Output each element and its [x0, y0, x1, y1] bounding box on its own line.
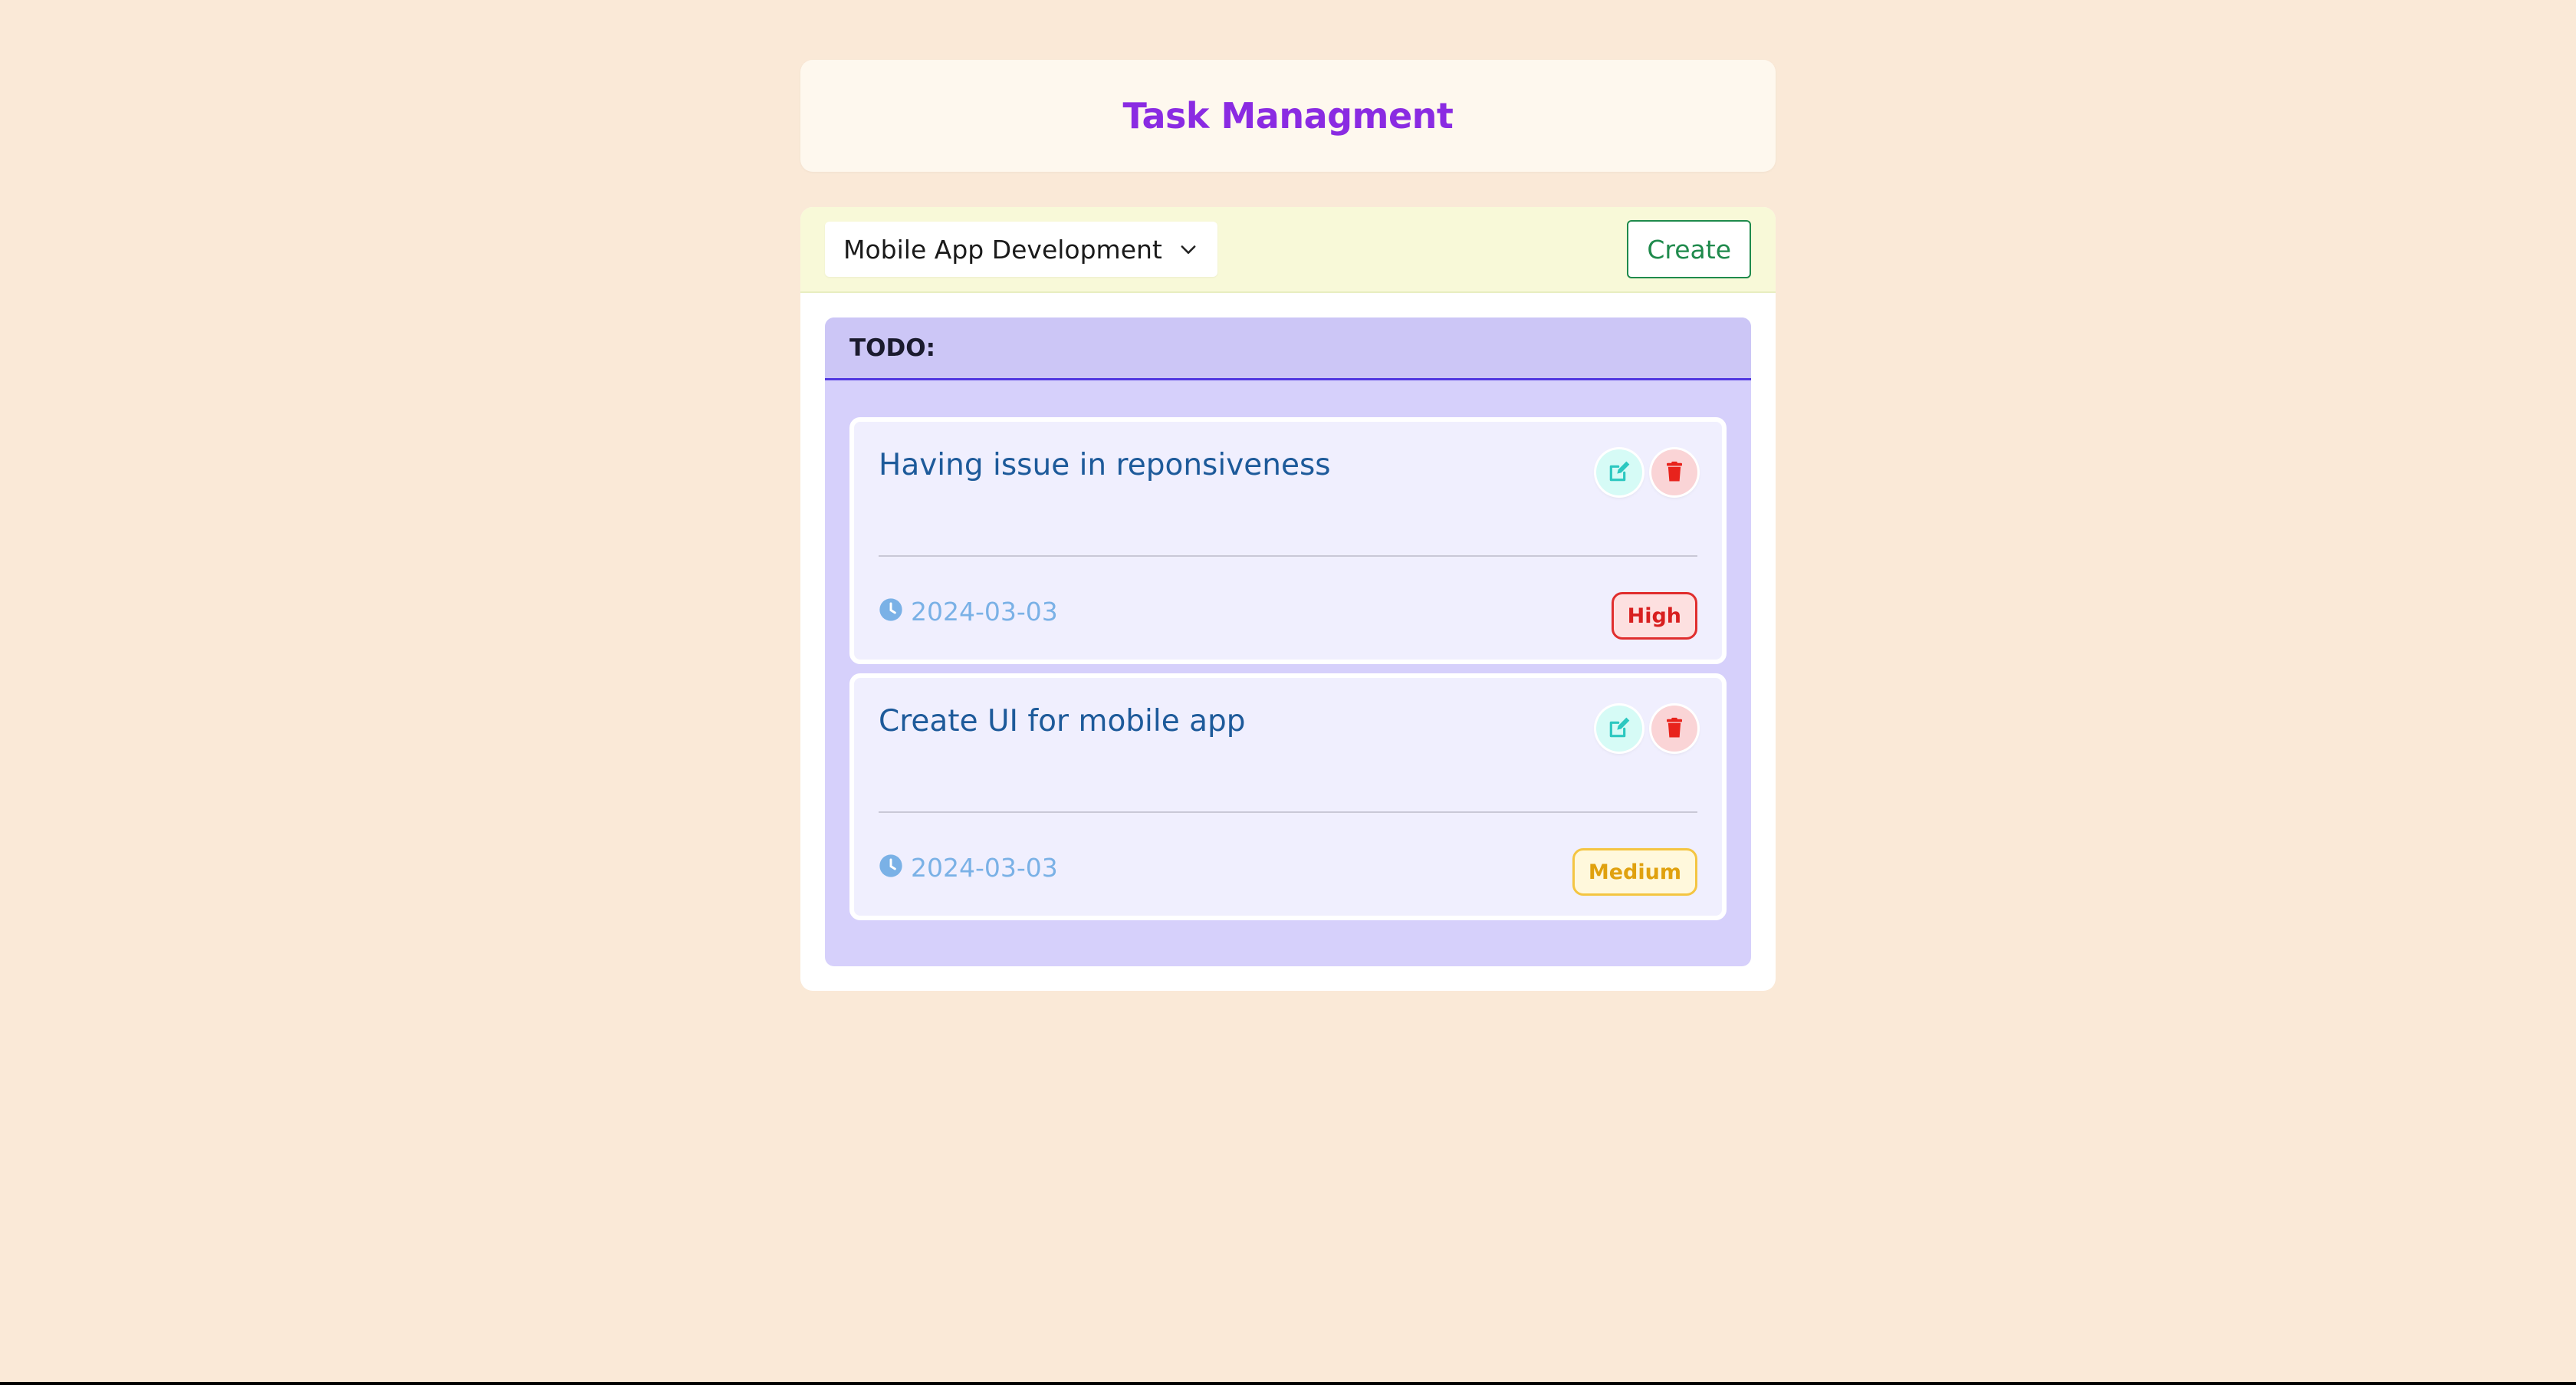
delete-button[interactable]	[1651, 449, 1697, 495]
trash-icon	[1663, 460, 1686, 485]
edit-icon	[1607, 459, 1631, 486]
chevron-down-icon	[1178, 239, 1199, 260]
project-dropdown[interactable]: Mobile App Development	[825, 222, 1217, 277]
page-title: Task Managment	[1122, 95, 1454, 137]
priority-badge: High	[1611, 592, 1697, 640]
task-title: Create UI for mobile app	[879, 704, 1246, 739]
task-title: Having issue in reponsiveness	[879, 448, 1331, 482]
edit-button[interactable]	[1596, 449, 1642, 495]
clock-icon	[879, 854, 903, 882]
task-app: Task Managment Mobile App Development Cr…	[800, 60, 1776, 991]
trash-icon	[1663, 716, 1686, 742]
delete-button[interactable]	[1651, 706, 1697, 752]
task-date: 2024-03-03	[879, 853, 1058, 883]
card-list: Having issue in reponsiveness 2024-03-03…	[825, 380, 1751, 920]
column-header: TODO:	[825, 317, 1751, 380]
create-button[interactable]: Create	[1627, 220, 1751, 278]
card-divider	[879, 811, 1697, 813]
edit-button[interactable]	[1596, 706, 1642, 752]
todo-column: TODO: Having issue in reponsiveness 2024…	[825, 317, 1751, 966]
card-actions	[1596, 706, 1697, 752]
project-dropdown-value: Mobile App Development	[843, 234, 1162, 265]
column-title: TODO:	[849, 334, 935, 362]
clock-icon	[879, 597, 903, 626]
header-card: Task Managment	[800, 60, 1776, 172]
task-date-text: 2024-03-03	[911, 597, 1058, 627]
toolbar: Mobile App Development Create	[800, 207, 1776, 293]
window-bottom-edge	[0, 1382, 2576, 1385]
priority-badge: Medium	[1572, 848, 1697, 896]
task-board: Mobile App Development Create TODO: Havi…	[800, 207, 1776, 991]
card-actions	[1596, 449, 1697, 495]
task-date: 2024-03-03	[879, 597, 1058, 627]
edit-icon	[1607, 716, 1631, 742]
card-divider	[879, 555, 1697, 557]
task-card[interactable]: Create UI for mobile app 2024-03-03 Medi…	[849, 673, 1727, 920]
task-card[interactable]: Having issue in reponsiveness 2024-03-03…	[849, 417, 1727, 664]
task-date-text: 2024-03-03	[911, 853, 1058, 883]
